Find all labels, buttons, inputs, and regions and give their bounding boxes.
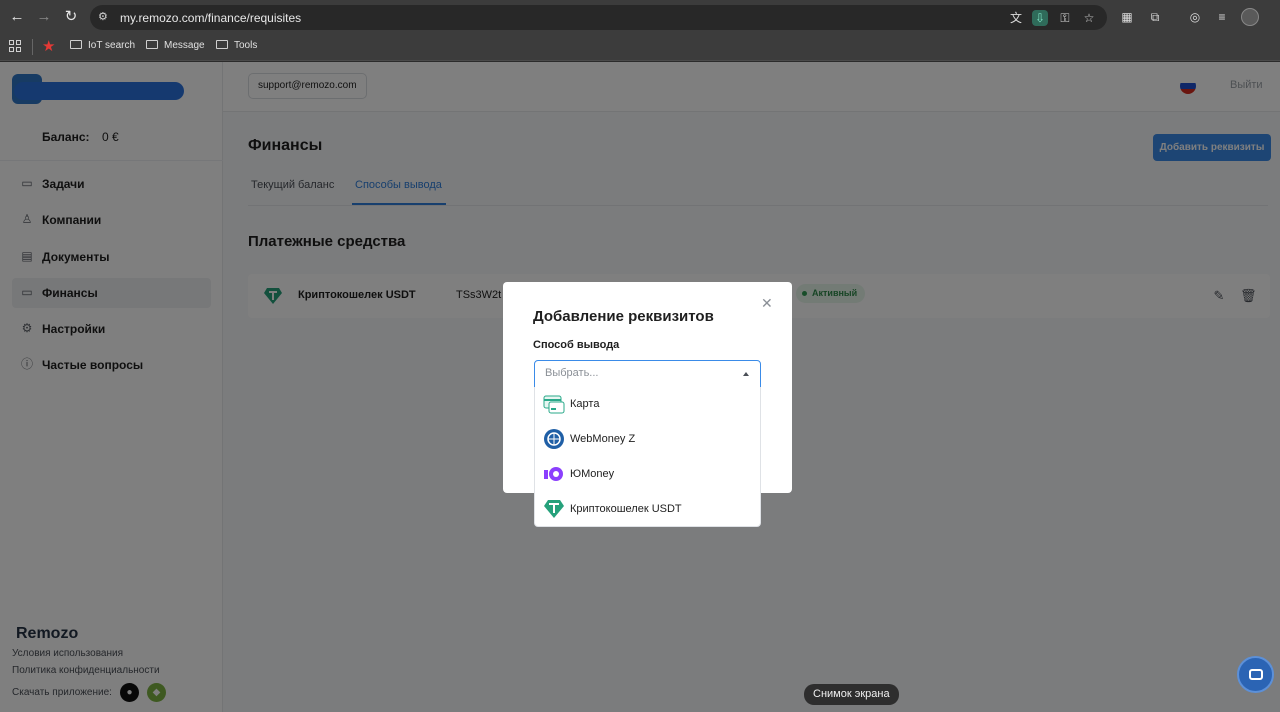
install-app-icon[interactable]: ⇩ — [1032, 10, 1048, 26]
site-settings-icon[interactable]: ⚙ — [98, 10, 112, 24]
browser-toolbar: ← → ↻ ⚙ my.remozo.com/finance/requisites… — [0, 0, 1280, 34]
bookmarks-divider — [32, 39, 33, 55]
media-controls-icon[interactable]: ≡ — [1214, 9, 1230, 25]
translate-icon[interactable]: 文 — [1008, 10, 1024, 26]
screenshot-tooltip: Снимок экрана — [804, 684, 899, 705]
chat-support-button[interactable] — [1237, 656, 1274, 693]
favorite-star-icon[interactable]: ★ — [42, 37, 55, 55]
reload-icon[interactable]: ↻ — [61, 7, 81, 27]
back-arrow-icon[interactable]: ← — [7, 7, 27, 27]
url-text[interactable]: my.remozo.com/finance/requisites — [120, 11, 301, 25]
yoomoney-icon — [544, 467, 563, 481]
qr-code-icon[interactable]: ▦ — [1119, 9, 1135, 25]
chevron-up-icon[interactable] — [743, 372, 749, 376]
option-card[interactable]: Карта — [535, 387, 762, 422]
webmoney-icon — [544, 429, 564, 449]
bookmark-folder-message[interactable]: Message — [146, 40, 205, 51]
apps-grid-icon[interactable] — [9, 40, 21, 52]
chat-icon — [1249, 669, 1263, 680]
password-key-icon[interactable]: ⚿ — [1057, 10, 1073, 26]
withdrawal-method-select[interactable]: Выбрать... — [534, 360, 761, 388]
profile-avatar[interactable] — [1241, 8, 1259, 26]
option-label: WebMoney Z — [570, 433, 636, 445]
option-crypto-usdt[interactable]: Криптокошелек USDT — [535, 492, 762, 527]
option-label: ЮMoney — [570, 468, 615, 480]
bookmark-folder-iot-search[interactable]: IoT search — [70, 40, 135, 51]
bank-card-icon — [543, 395, 565, 414]
extension-icon[interactable]: ◎ — [1187, 9, 1203, 25]
option-yoomoney[interactable]: ЮMoney — [535, 457, 762, 492]
extensions-icon[interactable]: ⧉ — [1147, 9, 1163, 25]
folder-icon — [146, 40, 158, 49]
withdrawal-method-label: Способ вывода — [533, 339, 620, 351]
folder-icon — [70, 40, 82, 49]
folder-icon — [216, 40, 228, 49]
close-icon[interactable]: ✕ — [761, 295, 773, 312]
select-placeholder: Выбрать... — [545, 367, 599, 379]
bookmark-star-icon[interactable]: ☆ — [1081, 10, 1097, 26]
forward-arrow-icon[interactable]: → — [34, 7, 54, 27]
address-bar[interactable]: ⚙ my.remozo.com/finance/requisites 文 ⇩ ⚿… — [90, 5, 1107, 30]
tether-icon — [544, 500, 564, 518]
modal-title: Добавление реквизитов — [533, 308, 714, 325]
bookmark-folder-tools[interactable]: Tools — [216, 40, 257, 51]
option-webmoney[interactable]: WebMoney Z — [535, 422, 762, 457]
bookmarks-bar: ★ IoT search Message Tools — [0, 34, 1280, 61]
option-label: Карта — [570, 398, 600, 410]
withdrawal-method-dropdown: Карта WebMoney Z ЮMoney Криптокошелек US… — [534, 387, 761, 527]
option-label: Криптокошелек USDT — [570, 503, 682, 515]
